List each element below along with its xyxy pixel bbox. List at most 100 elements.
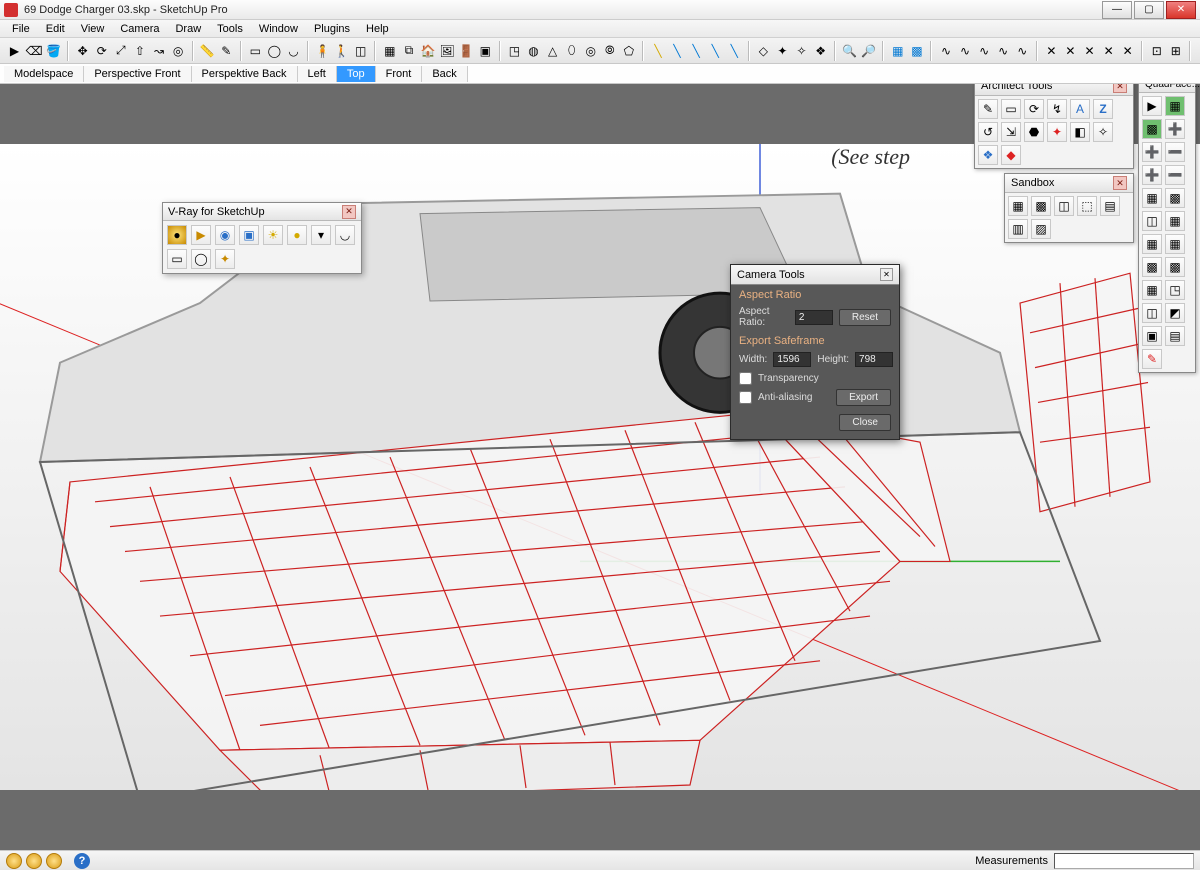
curve-d-icon[interactable]: ∿ <box>995 42 1012 60</box>
pencil-icon[interactable]: ✎ <box>218 42 235 60</box>
menu-edit[interactable]: Edit <box>38 22 73 36</box>
transparency-checkbox[interactable] <box>739 372 752 385</box>
camera-dialog-close-icon[interactable]: ✕ <box>880 268 893 281</box>
height-input[interactable] <box>855 352 893 367</box>
vray-light-icon[interactable]: ☀ <box>263 225 283 245</box>
architect-icon-10[interactable]: ✦ <box>1047 122 1067 142</box>
architect-icon-5[interactable]: A <box>1070 99 1090 119</box>
vray-plane-icon[interactable]: ▭ <box>167 249 187 269</box>
cone-icon[interactable]: △ <box>544 42 561 60</box>
followme-icon[interactable]: ↝ <box>150 42 167 60</box>
scene-perspective-front[interactable]: Perspective Front <box>84 66 191 82</box>
status-credits-icon[interactable] <box>26 853 42 869</box>
architect-icon-9[interactable]: ⬣ <box>1024 122 1044 142</box>
vray-panel[interactable]: V-Ray for SketchUp ✕ ● ▶ ◉ ▣ ☀ ● ▾ ◡ ▭ ◯… <box>162 202 362 274</box>
qf-s-icon[interactable]: ◩ <box>1165 303 1185 323</box>
component-icon[interactable]: ▦ <box>381 42 398 60</box>
line-e-icon[interactable]: ╲ <box>726 42 743 60</box>
house-icon[interactable]: 🏠 <box>419 42 436 60</box>
cyl-icon[interactable]: ⬯ <box>563 42 580 60</box>
qf-m-icon[interactable]: ▦ <box>1165 234 1185 254</box>
architect-icon-2[interactable]: ▭ <box>1001 99 1021 119</box>
zoom-a-icon[interactable]: 🔍 <box>841 42 858 60</box>
architect-icon-1[interactable]: ✎ <box>978 99 998 119</box>
arc-icon[interactable]: ◡ <box>285 42 302 60</box>
vray-dropdown-icon[interactable]: ▾ <box>311 225 331 245</box>
vray-sun-icon[interactable]: ● <box>287 225 307 245</box>
camera-tools-dialog[interactable]: Camera Tools ✕ Aspect Ratio Aspect Ratio… <box>730 264 900 440</box>
status-sync-icon[interactable] <box>46 853 62 869</box>
line-c-icon[interactable]: ╲ <box>688 42 705 60</box>
qf-o-icon[interactable]: ▩ <box>1165 257 1185 277</box>
prism-icon[interactable]: ⬠ <box>620 42 637 60</box>
sandbox-icon-6[interactable]: ▥ <box>1008 219 1028 239</box>
vray-dome-icon[interactable]: ◡ <box>335 225 355 245</box>
status-geo-icon[interactable] <box>6 853 22 869</box>
scene-perspektive-back[interactable]: Perspektive Back <box>192 66 298 82</box>
tube-icon[interactable]: ⦾ <box>601 42 618 60</box>
qf-v-icon[interactable]: ✎ <box>1142 349 1162 369</box>
sandbox-icon-5[interactable]: ▤ <box>1100 196 1120 216</box>
menu-view[interactable]: View <box>73 22 113 36</box>
person-icon[interactable]: 🧍 <box>314 42 331 60</box>
close-dialog-button[interactable]: Close <box>839 414 891 431</box>
qf-l-icon[interactable]: ▦ <box>1142 234 1162 254</box>
vray-help-icon[interactable]: ✦ <box>215 249 235 269</box>
architect-icon-14[interactable]: ◆ <box>1001 145 1021 165</box>
vertex-c-icon[interactable]: ✕ <box>1081 42 1098 60</box>
sandbox-panel[interactable]: Sandbox ✕ ▦ ▩ ◫ ⬚ ▤ ▥ ▨ <box>1004 173 1134 243</box>
curve-c-icon[interactable]: ∿ <box>976 42 993 60</box>
sphere-icon[interactable]: ◍ <box>525 42 542 60</box>
qf-e-icon[interactable]: ➖ <box>1165 142 1185 162</box>
menu-tools[interactable]: Tools <box>209 22 251 36</box>
pushpull-icon[interactable]: ⇧ <box>131 42 148 60</box>
plugin-b-icon[interactable]: ▩ <box>908 42 925 60</box>
qf-g-icon[interactable]: ➖ <box>1165 165 1185 185</box>
scene-top[interactable]: Top <box>337 66 376 82</box>
rectangle-icon[interactable]: ▭ <box>247 42 264 60</box>
architect-icon-4[interactable]: ↯ <box>1047 99 1067 119</box>
door-icon[interactable]: 🚪 <box>458 42 475 60</box>
rotate-icon[interactable]: ⟳ <box>93 42 110 60</box>
extra-a-icon[interactable]: ◇ <box>755 42 772 60</box>
line-a-icon[interactable]: ╲ <box>649 42 666 60</box>
select-icon[interactable]: ▶ <box>6 42 23 60</box>
measurements-input[interactable] <box>1054 853 1194 869</box>
menu-camera[interactable]: Camera <box>112 22 167 36</box>
qf-t-icon[interactable]: ▣ <box>1142 326 1162 346</box>
scene-modelspace[interactable]: Modelspace <box>4 66 84 82</box>
vray-sphere-icon[interactable]: ◯ <box>191 249 211 269</box>
qf-h-icon[interactable]: ▦ <box>1142 188 1162 208</box>
curve-e-icon[interactable]: ∿ <box>1014 42 1031 60</box>
qf-c-icon[interactable]: ➕ <box>1165 119 1185 139</box>
vertex-e-icon[interactable]: ✕ <box>1119 42 1136 60</box>
antialias-checkbox[interactable] <box>739 391 752 404</box>
tape-icon[interactable]: 📏 <box>199 42 216 60</box>
vertex-b-icon[interactable]: ✕ <box>1062 42 1079 60</box>
architect-panel-close-icon[interactable]: ✕ <box>1113 84 1127 93</box>
misc-a-icon[interactable]: ⊡ <box>1148 42 1165 60</box>
quadface-panel[interactable]: QuadFace... ▶ ▦ ▩ ➕ ➕ ➖ ➕ ➖ ▦ ▩ ◫ ▦ ▦ ▦ … <box>1138 84 1196 373</box>
section-icon[interactable]: ◫ <box>352 42 369 60</box>
architect-icon-8[interactable]: ⇲ <box>1001 122 1021 142</box>
curve-a-icon[interactable]: ∿ <box>937 42 954 60</box>
architect-icon-11[interactable]: ◧ <box>1070 122 1090 142</box>
scene-back[interactable]: Back <box>422 66 467 82</box>
scene-left[interactable]: Left <box>298 66 337 82</box>
vray-frame-icon[interactable]: ▣ <box>239 225 259 245</box>
move-icon[interactable]: ✥ <box>74 42 91 60</box>
menu-draw[interactable]: Draw <box>167 22 209 36</box>
qf-i-icon[interactable]: ▩ <box>1165 188 1185 208</box>
sandbox-icon-3[interactable]: ◫ <box>1054 196 1074 216</box>
qf-p-icon[interactable]: ▦ <box>1142 280 1162 300</box>
curve-b-icon[interactable]: ∿ <box>957 42 974 60</box>
group-icon[interactable]: ⧉ <box>400 42 417 60</box>
qf-j-icon[interactable]: ◫ <box>1142 211 1162 231</box>
architect-tools-panel[interactable]: Architect Tools ✕ ✎ ▭ ⟳ ↯ A Z ↺ ⇲ ⬣ ✦ ◧ … <box>974 84 1134 169</box>
viewport[interactable]: (See step <box>0 84 1200 850</box>
sandbox-icon-4[interactable]: ⬚ <box>1077 196 1097 216</box>
vray-panel-close-icon[interactable]: ✕ <box>342 205 356 219</box>
extra-d-icon[interactable]: ❖ <box>812 42 829 60</box>
qf-k-icon[interactable]: ▦ <box>1165 211 1185 231</box>
walk-icon[interactable]: 🚶 <box>333 42 350 60</box>
